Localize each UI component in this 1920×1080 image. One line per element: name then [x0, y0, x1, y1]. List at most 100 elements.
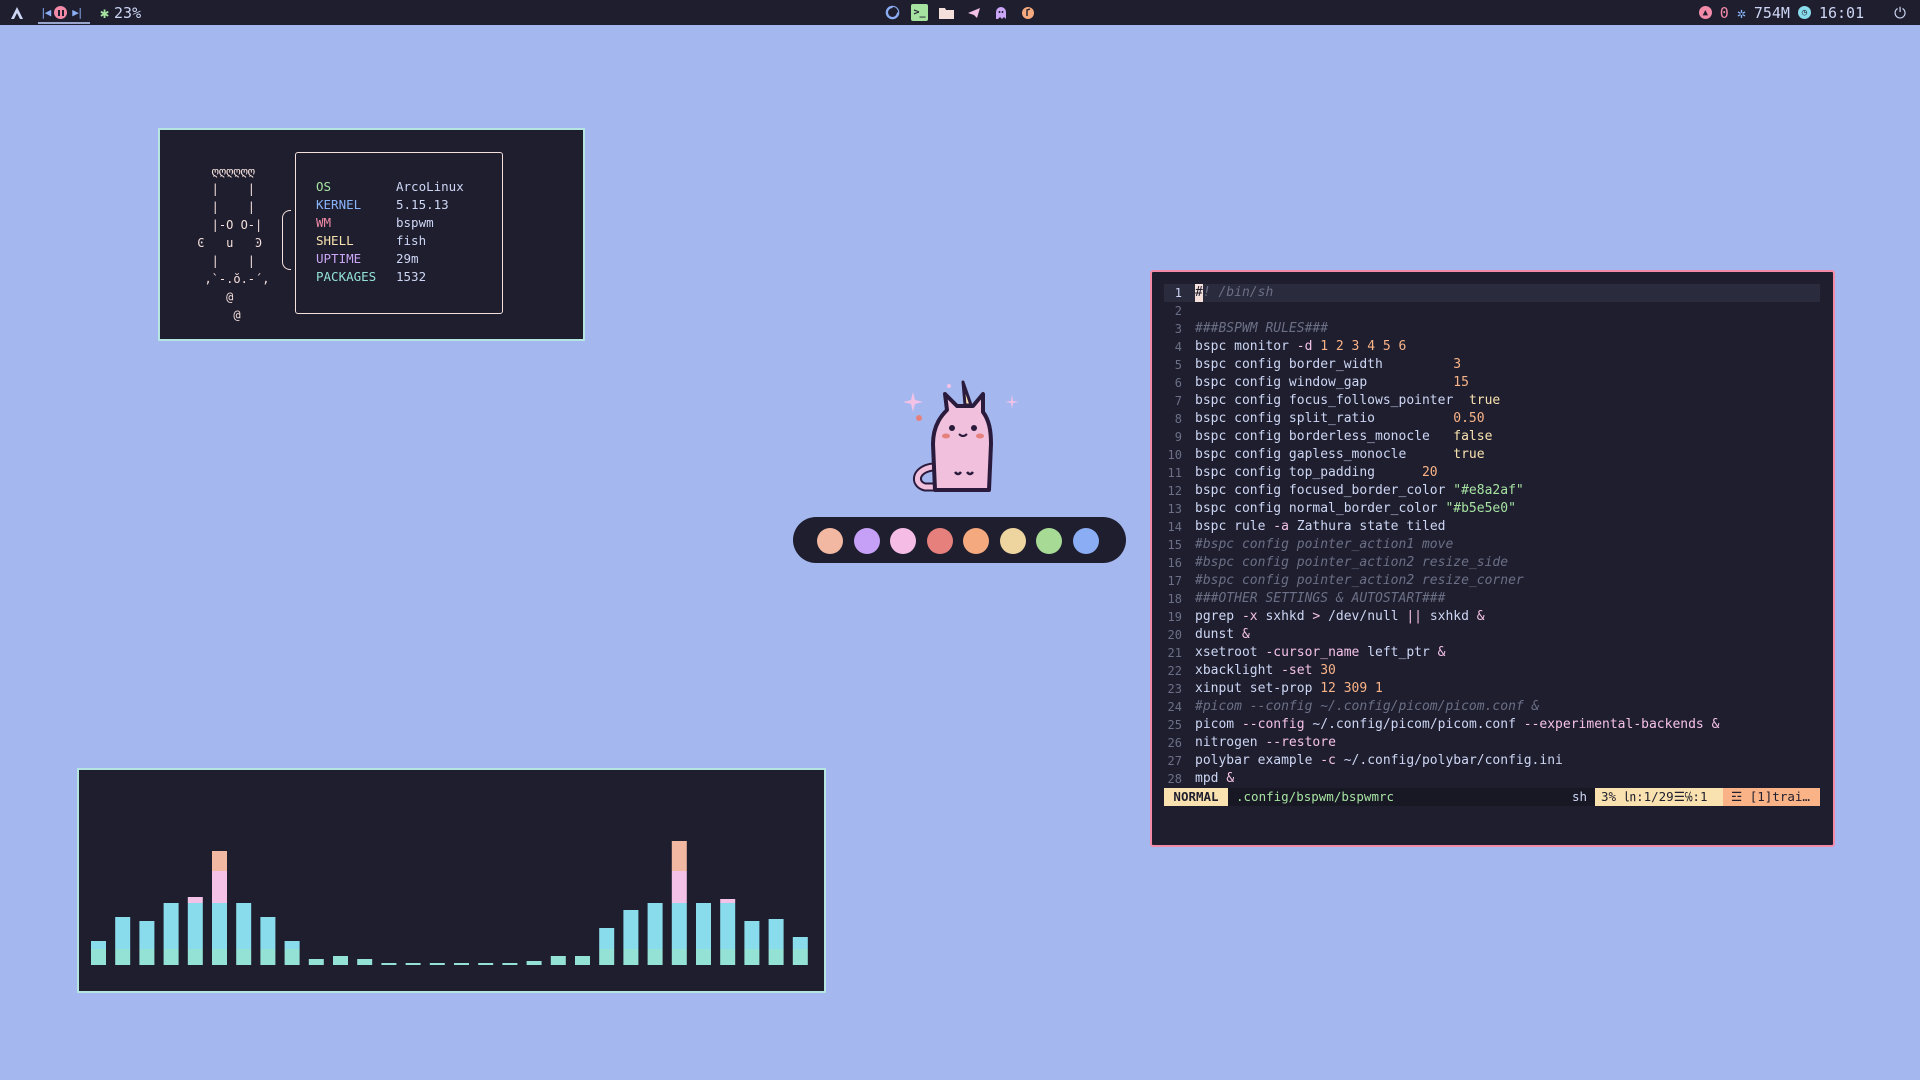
visualizer-bar	[454, 963, 469, 965]
code-line: pgrep -x sxhkd > /dev/null || sxhkd &	[1195, 609, 1485, 624]
line-number: 20	[1167, 628, 1182, 642]
palette-swatch	[1000, 528, 1026, 554]
arch-logo-icon	[11, 6, 23, 19]
next-icon[interactable]: ▶|	[72, 6, 83, 19]
line-number: 9	[1174, 430, 1182, 444]
ascii-art: ღღღღღღ | | | | |-O O-| Ͼ u Ͽ | | ,`-.ŏ.-…	[197, 164, 270, 322]
line-number: 19	[1167, 610, 1182, 624]
palette-swatch	[1073, 528, 1099, 554]
visualizer-bar	[429, 963, 445, 965]
line-number: 23	[1167, 682, 1182, 696]
previous-icon[interactable]: |◀	[40, 6, 51, 19]
code-line: bspc config window_gap 15	[1195, 375, 1469, 390]
code-line: bspc config focused_border_color "#e8a2a…	[1195, 483, 1524, 498]
visualizer-bar	[792, 937, 808, 965]
mode-indicator: NORMAL	[1164, 788, 1228, 806]
code-line: #bspc config pointer_action1 move	[1195, 537, 1454, 552]
line-number: 6	[1174, 376, 1182, 390]
line-number: 8	[1174, 412, 1182, 426]
line-number: 2	[1174, 304, 1182, 318]
visualizer-bar	[91, 941, 106, 965]
updates-count: 0	[1719, 3, 1729, 22]
visualizer-bar	[187, 897, 203, 965]
line-number: 25	[1167, 718, 1182, 732]
visualizer-bar	[744, 921, 760, 965]
cpu-percent: 23%	[114, 3, 142, 22]
line-number: 10	[1167, 448, 1182, 462]
pause-icon[interactable]	[54, 6, 68, 19]
line-number: 3	[1174, 322, 1182, 336]
top-bar: |◀ ▶| ✱ 23% >_ ▲ 0 ✲ 754M ◷ 16:01 ⏻	[0, 0, 1920, 25]
folder-icon[interactable]	[938, 4, 955, 21]
palette-swatch	[817, 528, 843, 554]
line-number: 26	[1167, 736, 1182, 750]
code-line: bspc config gapless_monocle true	[1195, 447, 1485, 462]
visualizer-bar	[212, 851, 227, 965]
code-line: #bspc config pointer_action2 resize_side	[1195, 555, 1509, 570]
line-number: 13	[1167, 502, 1182, 516]
line-number: 1	[1174, 286, 1182, 300]
line-number: 7	[1174, 394, 1182, 408]
visualizer-bar	[139, 921, 155, 965]
code-line: picom --config ~/.config/picom/picom.con…	[1195, 717, 1720, 732]
visualizer-bar	[720, 899, 736, 965]
visualizer-bar	[163, 903, 179, 965]
line-number: 22	[1167, 664, 1182, 678]
status-line: NORMAL .config/bspwm/bspwmrc sh 3% ㏑:1/2…	[1164, 788, 1820, 806]
power-icon[interactable]: ⏻	[1894, 4, 1906, 22]
visualizer-bar	[236, 903, 252, 965]
code-line: bspc config top_padding 20	[1195, 465, 1438, 480]
settings-icon: ✲	[1736, 3, 1746, 22]
visualizer-bar	[405, 963, 421, 965]
palette-swatch	[963, 528, 989, 554]
code-line: #picom --config ~/.config/picom/picom.co…	[1195, 699, 1540, 714]
cursor-position: 3% ㏑:1/29☰℅:1	[1595, 788, 1723, 806]
ghost-icon[interactable]	[992, 4, 1009, 21]
palette-swatch	[1036, 528, 1062, 554]
music-icon[interactable]	[1019, 4, 1036, 21]
visualizer-bars	[91, 841, 808, 965]
launcher-button[interactable]	[10, 0, 24, 25]
code-line: bspc rule -a Zathura state tiled	[1195, 519, 1446, 534]
firefox-icon[interactable]	[884, 4, 901, 21]
line-number: 18	[1167, 592, 1182, 606]
visualizer-bar	[623, 910, 639, 965]
code-line: xbacklight -set 30	[1195, 663, 1336, 678]
line-number: 24	[1167, 700, 1182, 714]
code-line: bspc config borderless_monocle false	[1195, 429, 1493, 444]
code-line: ###OTHER SETTINGS & AUTOSTART###	[1195, 591, 1446, 606]
trailing-warning: ☲ [1]trai…	[1723, 788, 1820, 806]
visualizer-bar	[550, 956, 566, 965]
color-palette	[793, 517, 1126, 563]
telegram-icon[interactable]	[965, 4, 982, 21]
line-number: 5	[1174, 358, 1182, 372]
visualizer-bar	[381, 963, 397, 965]
visualizer-bar	[333, 956, 348, 965]
clock-time: 16:01	[1818, 3, 1865, 22]
code-line: xsetroot -cursor_name left_ptr &	[1195, 645, 1446, 660]
status-modules: ▲ 0 ✲ 754M ◷ 16:01 ⏻	[1698, 0, 1906, 25]
terminal-icon[interactable]: >_	[911, 4, 928, 21]
fetch-window[interactable]: ღღღღღღ | | | | |-O O-| Ͼ u Ͽ | | ,`-.ŏ.-…	[158, 128, 585, 341]
code-line: #! /bin/sh	[1195, 284, 1274, 302]
code-line: bspc config focus_follows_pointer true	[1195, 393, 1501, 408]
code-line: nitrogen --restore	[1195, 735, 1336, 750]
code-line: #bspc config pointer_action2 resize_corn…	[1195, 573, 1524, 588]
visualizer-bar	[357, 959, 373, 965]
code-line: xinput set-prop 12 309 1	[1195, 681, 1383, 696]
sysinfo-wm: WM bspwm	[316, 215, 434, 230]
code-line: mpd &	[1195, 771, 1235, 786]
editor-window[interactable]: 1 #! /bin/sh 2 3 ###BSPWM RULES### 4 bspc moni…	[1150, 270, 1835, 847]
code-line: dunst &	[1195, 627, 1250, 642]
app-dock: >_	[884, 0, 1036, 25]
palette-swatch	[890, 528, 916, 554]
line-number: 28	[1167, 772, 1182, 786]
arch-update-icon: ▲	[1698, 6, 1712, 19]
unicorn-cat-sticker	[903, 380, 1019, 492]
sysinfo-shell: SHELL fish	[316, 233, 427, 248]
line-number: 16	[1167, 556, 1182, 570]
memory-value: 754M	[1753, 3, 1790, 22]
code-line: bspc monitor -d 1 2 3 4 5 6	[1195, 339, 1407, 354]
code-line: bspc config normal_border_color "#b5e5e0…	[1195, 501, 1516, 516]
visualizer-bar	[575, 956, 590, 965]
